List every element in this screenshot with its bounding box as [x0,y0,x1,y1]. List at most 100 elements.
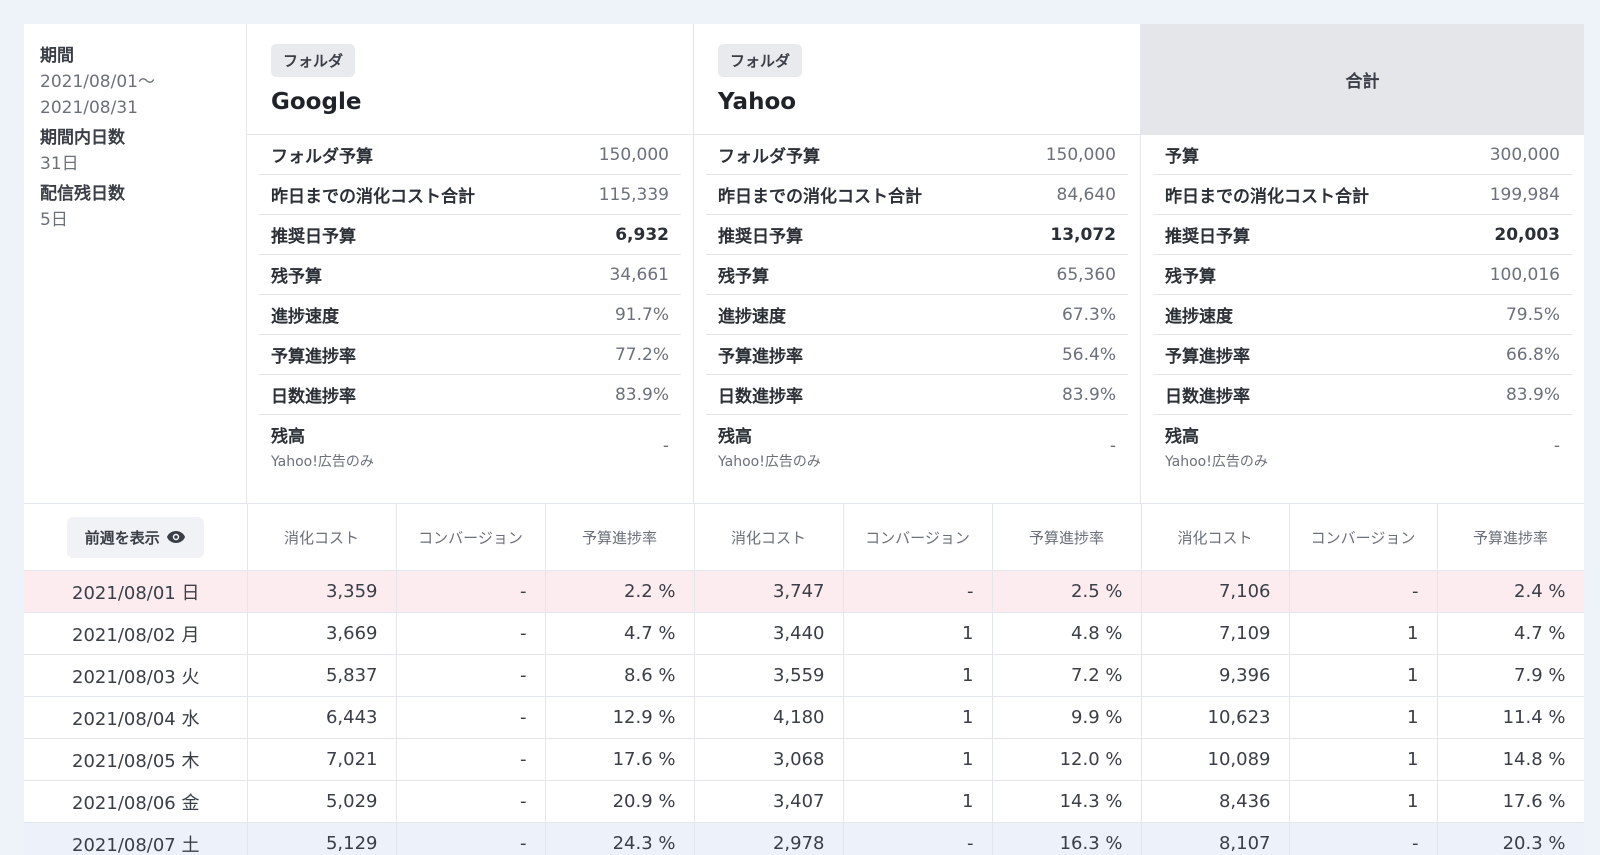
table-row: 2021/08/02 月 3,669-4.7 % 3,440 1 4.8 % 7,109… [24,612,1584,655]
metric-value: 150,000 [598,144,669,165]
table-cell: 20.3 % [1437,822,1584,855]
prev-week-cell: 前週を表示 [24,504,248,571]
table-cell: 1 [843,696,993,739]
metric-value: 83.9% [614,384,669,405]
table-cell: 17.6 % [1437,780,1584,823]
balance-value: - [1109,436,1116,456]
table-cell: 2.4 % [1437,570,1584,613]
table-row: 2021/08/07 土 5,129-24.3 % 2,978-16.3 % 8,1… [24,822,1584,855]
metric-row: 推奨日予算 13,072 [706,215,1128,255]
metric-row: 予算進捗率 56.4% [706,335,1128,375]
table-cell: 1 [1289,738,1438,781]
metric-value: 83.9% [1061,384,1116,405]
prev-week-button[interactable]: 前週を表示 [66,516,204,558]
metric-label: 日数進捗率 [718,387,803,407]
metric-value: 56.4% [1061,344,1116,365]
metric-row: フォルダ予算 150,000 [259,135,681,175]
table-cell: - [396,822,546,855]
metric-value: 20,003 [1494,224,1560,245]
period-panel: 期間 2021/08/01〜 2021/08/31 期間内日数 31日 配信残日… [24,24,247,503]
table-cell: 7,021 [247,738,397,781]
table-cell: 5,029 [247,780,397,823]
table-cell: 20.9 % [545,780,695,823]
column-header: 消化コスト [694,504,844,571]
table-cell: 3,747 [694,570,844,613]
table-cell: 10,089 [1141,738,1290,781]
table-cell: - [396,612,546,655]
metric-label: 予算進捗率 [271,347,356,367]
metric-value: 65,360 [1056,264,1116,285]
days-value: 31日 [40,154,79,174]
balance-value: - [662,436,669,456]
table-cell: 6,443 [247,696,397,739]
total-header: 合計 [1141,24,1584,135]
period-start: 2021/08/01〜 [40,72,155,92]
table-cell: 1 [1289,612,1438,655]
table-cell: 16.3 % [992,822,1142,855]
table-cell: 14.8 % [1437,738,1584,781]
folder-name: Yahoo [718,89,797,115]
table-cell: 9.9 % [992,696,1142,739]
metric-row: 予算 300,000 [1153,135,1572,175]
metric-label: 日数進捗率 [271,387,356,407]
table-cell: 4.7 % [545,612,695,655]
metric-value: 199,984 [1489,184,1560,205]
table-row: 2021/08/01 日 3,359-2.2 % 3,747-2.5 % 7,106… [24,570,1584,613]
column-header: 予算進捗率 [545,504,695,571]
column-header: 予算進捗率 [1437,504,1584,571]
folder-header: フォルダ Google [247,24,693,135]
table-body: 2021/08/01 日 3,359-2.2 % 3,747-2.5 % 7,106… [24,570,1584,855]
table-cell: 4.8 % [992,612,1142,655]
table-cell: 12.0 % [992,738,1142,781]
metric-label: 昨日までの消化コスト合計 [271,187,475,207]
metric-row: 日数進捗率 83.9% [706,375,1128,415]
folder-column-google: フォルダ Google フォルダ予算 150,000 昨日までの消化コスト合計 11… [247,24,694,503]
total-column: 合計 予算 300,000 昨日までの消化コスト合計 199,984 推奨日予算 20… [1141,24,1584,503]
table-cell: 2.5 % [992,570,1142,613]
date-cell: 2021/08/07 土 [24,822,248,855]
table-cell: 1 [1289,696,1438,739]
folder-name: Google [271,89,362,115]
metric-value: 6,932 [615,224,669,245]
table-cell: 1 [1289,780,1438,823]
metric-label: 進捗速度 [271,307,339,327]
date-cell: 2021/08/05 木 [24,738,248,781]
table-row: 2021/08/04 水 6,443-12.9 % 4,180 1 9.9 % 10,6… [24,696,1584,739]
metric-value: 115,339 [598,184,669,205]
metric-row: 進捗速度 67.3% [706,295,1128,335]
table-cell: 7,106 [1141,570,1290,613]
folder-metrics: フォルダ予算 150,000 昨日までの消化コスト合計 84,640 推奨日予算 13… [694,135,1140,477]
date-cell: 2021/08/03 火 [24,654,248,697]
table-cell: 1 [843,612,993,655]
date-cell: 2021/08/01 日 [24,570,248,613]
table-cell: 12.9 % [545,696,695,739]
balance-label: 残高 [271,426,305,447]
table-cell: 17.6 % [545,738,695,781]
table-cell: 3,359 [247,570,397,613]
date-cell: 2021/08/06 金 [24,780,248,823]
table-cell: 7.2 % [992,654,1142,697]
metric-value: 34,661 [609,264,669,285]
table-cell: - [843,570,993,613]
table-cell: 4.7 % [1437,612,1584,655]
table-cell: 24.3 % [545,822,695,855]
table-cell: 8,107 [1141,822,1290,855]
metric-row: 残予算 100,016 [1153,255,1572,295]
table-cell: 9,396 [1141,654,1290,697]
column-header: 消化コスト [247,504,397,571]
metric-row: 進捗速度 79.5% [1153,295,1572,335]
total-metrics: 予算 300,000 昨日までの消化コスト合計 199,984 推奨日予算 20,00… [1141,135,1584,477]
metric-value: 84,640 [1056,184,1116,205]
column-header: コンバージョン [843,504,993,571]
balance-label: 残高 [718,426,752,447]
table-cell: 2.2 % [545,570,695,613]
eye-icon [166,531,185,543]
table-cell: 1 [843,654,993,697]
table-cell: 5,129 [247,822,397,855]
table-row: 2021/08/05 木 7,021-17.6 % 3,068 1 12.0 % 10,… [24,738,1584,781]
metric-value: 67.3% [1061,304,1116,325]
metric-value: 91.7% [614,304,669,325]
metric-row: 昨日までの消化コスト合計 115,339 [259,175,681,215]
table-header-row: 前週を表示 消化コスト コンバージョン 予算進捗率 消化コスト コンバージョン … [24,504,1584,571]
balance-row: 残高 Yahoo!広告のみ - [259,415,681,477]
